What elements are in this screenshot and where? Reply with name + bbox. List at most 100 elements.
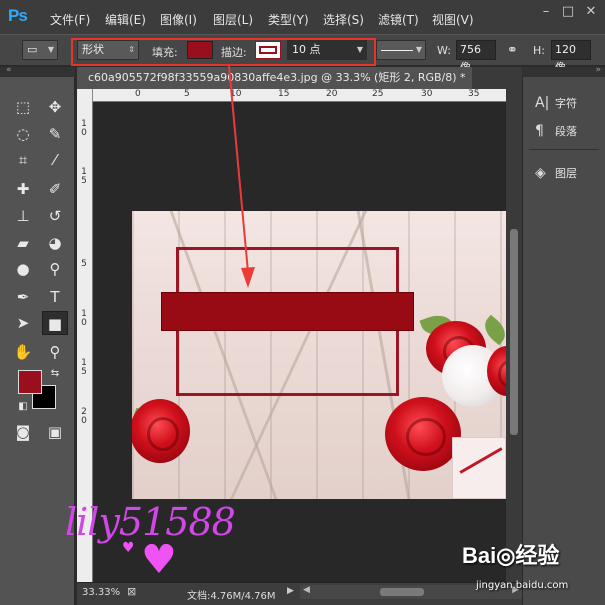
swap-colors-icon[interactable]: ⇆	[42, 362, 68, 386]
horizontal-scroll-thumb[interactable]	[380, 588, 424, 596]
close-button[interactable]: ✕	[581, 4, 601, 20]
lasso-icon[interactable]: ◌	[10, 122, 36, 146]
scroll-left-icon[interactable]: ◀	[303, 585, 310, 595]
baidu-jingyan-logo: Bai◎经验	[462, 543, 560, 568]
toolbar-header: «	[0, 65, 75, 77]
zoom-level[interactable]: 33.33%	[82, 587, 120, 598]
panel-paragraph-label: 段落	[555, 125, 577, 138]
blur-icon[interactable]: ●	[10, 257, 36, 281]
move-icon[interactable]: ✥	[42, 95, 68, 119]
rectangle-icon[interactable]: ■	[42, 311, 68, 335]
ruler-tick: 1 0	[81, 309, 87, 328]
status-preview-icon[interactable]: ⊠	[127, 585, 136, 598]
tool-preset-picker[interactable]: ▭ ▼	[22, 40, 58, 60]
panel-paragraph[interactable]: ¶ 段落	[535, 123, 577, 139]
width-label: W:	[437, 44, 451, 57]
ruler-tick: 15	[278, 89, 290, 99]
restore-button[interactable]: □	[558, 4, 578, 20]
vertical-scrollbar[interactable]	[506, 89, 522, 582]
menu-image[interactable]: 图像(I)	[160, 11, 197, 28]
panel-layers[interactable]: ◈ 图层	[535, 165, 577, 181]
pen-icon[interactable]: ✒	[10, 285, 36, 309]
rectangular-marquee-icon[interactable]: ⬚	[10, 95, 36, 119]
menu-filter[interactable]: 滤镜(T)	[378, 11, 419, 28]
menu-edit[interactable]: 编辑(E)	[105, 11, 146, 28]
clone-stamp-icon[interactable]: ⊥	[10, 204, 36, 228]
ruler-tick: 5	[81, 259, 87, 269]
minimize-button[interactable]: –	[536, 4, 556, 20]
paint-bucket-icon[interactable]: ◕	[42, 231, 68, 255]
height-label: H:	[533, 44, 545, 57]
ruler-tick: 1 5	[81, 167, 87, 186]
width-field[interactable]: 756 像	[456, 40, 496, 74]
history-brush-icon[interactable]: ↺	[42, 204, 68, 228]
expand-icon[interactable]: »	[595, 65, 601, 75]
screen-mode-icon[interactable]: ▣	[42, 420, 68, 444]
document-canvas[interactable]	[132, 211, 506, 499]
ruler-tick: 35	[468, 89, 480, 99]
layers-icon: ◈	[535, 165, 546, 181]
menu-layer[interactable]: 图层(L)	[213, 11, 253, 28]
ruler-tick: 2 0	[81, 407, 87, 426]
highlight-box	[71, 38, 376, 66]
ruler-tick: 0	[135, 89, 141, 99]
panel-divider	[529, 149, 599, 150]
document-tab[interactable]: c60a905572f98f33559a90830affe4e3.jpg @ 3…	[77, 67, 472, 89]
heart-icon: ♥	[141, 537, 177, 583]
ruler-origin[interactable]	[77, 89, 93, 102]
panel-layers-label: 图层	[555, 167, 577, 180]
ruler-tick: 30	[421, 89, 433, 99]
ruler-top[interactable]: 0 5 10 15 20 25 30 35	[93, 89, 506, 102]
document-info: 文档:4.76M/4.76M	[187, 591, 276, 602]
rectangle-preset-icon: ▭	[27, 43, 38, 56]
brush-icon[interactable]: ✐	[42, 177, 68, 201]
height-field[interactable]: 120 像	[551, 40, 591, 74]
eyedropper-icon[interactable]: ⁄	[42, 148, 68, 172]
foreground-color-swatch[interactable]	[18, 370, 42, 394]
link-icon[interactable]: ⚭	[507, 43, 518, 58]
tools-panel: ⬚ ✥ ◌ ✎ ⌗ ⁄ ✚ ✐ ⊥ ↺ ▰ ◕ ● ⚲ ✒ T ➤ ■ ✋ ⚲ …	[0, 77, 75, 605]
quick-selection-icon[interactable]: ✎	[42, 122, 68, 146]
stroke-type-dropdown[interactable]: ▼	[376, 40, 426, 60]
ruler-tick: 5	[184, 89, 190, 99]
vertical-scroll-thumb[interactable]	[510, 229, 518, 435]
character-icon: A|	[535, 95, 550, 111]
default-colors-icon[interactable]: ◧	[10, 395, 36, 419]
tab-strip	[472, 67, 522, 89]
crop-icon[interactable]: ⌗	[10, 148, 36, 172]
small-heart-icon: ♥	[122, 540, 135, 556]
document-tab-title: c60a905572f98f33559a90830affe4e3.jpg @ 3…	[88, 71, 466, 84]
panel-character[interactable]: A| 字符	[535, 95, 577, 111]
zoom-icon[interactable]: ⚲	[42, 340, 68, 364]
stroke-line-icon	[381, 49, 413, 51]
paragraph-icon: ¶	[535, 123, 544, 139]
healing-brush-icon[interactable]: ✚	[10, 177, 36, 201]
panel-character-label: 字符	[555, 97, 577, 110]
panel-dock: A| 字符 ¶ 段落 ◈ 图层	[522, 77, 605, 605]
dodge-icon[interactable]: ⚲	[42, 257, 68, 281]
filled-rectangle-shape[interactable]	[161, 292, 414, 331]
menu-view[interactable]: 视图(V)	[432, 11, 474, 28]
app-logo: Ps	[8, 6, 28, 25]
panel-dock-header: »	[522, 65, 605, 77]
hand-icon[interactable]: ✋	[10, 340, 36, 364]
type-icon[interactable]: T	[42, 285, 68, 309]
red-rose	[385, 397, 461, 471]
menu-bar: Ps 文件(F) 编辑(E) 图像(I) 图层(L) 类型(Y) 选择(S) 滤…	[0, 0, 605, 34]
ruler-tick: 1 5	[81, 358, 87, 377]
collapse-icon[interactable]: «	[6, 65, 12, 75]
menu-select[interactable]: 选择(S)	[323, 11, 364, 28]
ruler-tick: 20	[326, 89, 338, 99]
menu-file[interactable]: 文件(F)	[50, 11, 90, 28]
menu-type[interactable]: 类型(Y)	[268, 11, 309, 28]
ruler-tick: 25	[372, 89, 384, 99]
baidu-jingyan-url: jingyan.baidu.com	[476, 580, 569, 591]
eraser-icon[interactable]: ▰	[10, 231, 36, 255]
gift-box	[452, 437, 506, 499]
path-selection-icon[interactable]: ➤	[10, 311, 36, 335]
ruler-tick: 1 0	[81, 119, 87, 138]
quick-mask-icon[interactable]: ◙	[10, 420, 36, 444]
ruler-tick: 10	[230, 89, 242, 99]
red-rose	[132, 399, 190, 463]
status-menu-arrow-icon[interactable]: ▶	[287, 586, 294, 596]
